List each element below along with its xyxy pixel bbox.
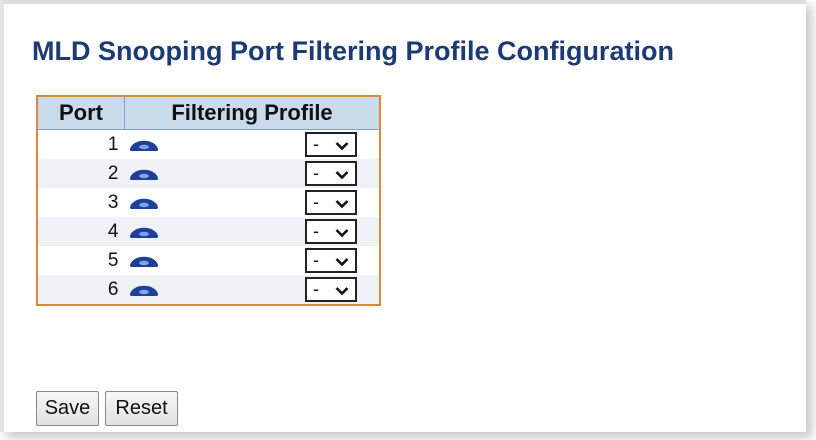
- profile-cell: -: [124, 188, 380, 217]
- table-row: 1 -: [37, 129, 380, 159]
- filtering-profile-table: Port Filtering Profile 1 - 2 - 3 - 4 - 5…: [36, 95, 381, 306]
- filtering-profile-select[interactable]: -: [305, 190, 357, 215]
- port-number: 3: [37, 188, 125, 217]
- table-row: 6 -: [37, 275, 380, 305]
- profile-cell: -: [124, 129, 380, 159]
- filtering-profile-select[interactable]: -: [305, 161, 357, 186]
- page-title: MLD Snooping Port Filtering Profile Conf…: [32, 36, 674, 66]
- eye-icon[interactable]: [129, 281, 159, 298]
- select-value: -: [313, 221, 319, 241]
- port-number: 6: [37, 275, 125, 305]
- profile-cell: -: [124, 159, 380, 188]
- eye-icon[interactable]: [129, 223, 159, 240]
- select-value: -: [313, 134, 319, 154]
- port-number: 2: [37, 159, 125, 188]
- table-row: 5 -: [37, 246, 380, 275]
- table-row: 4 -: [37, 217, 380, 246]
- chevron-down-icon: [335, 258, 349, 267]
- chevron-down-icon: [335, 200, 349, 209]
- profile-cell: -: [124, 217, 380, 246]
- reset-button[interactable]: Reset: [105, 391, 178, 426]
- select-value: -: [313, 279, 319, 299]
- eye-icon[interactable]: [129, 136, 159, 153]
- filtering-profile-select[interactable]: -: [305, 132, 357, 157]
- column-header-port: Port: [36, 95, 125, 130]
- chevron-down-icon: [335, 287, 349, 296]
- select-value: -: [313, 163, 319, 183]
- table-header-row: Port Filtering Profile: [36, 95, 381, 130]
- filtering-profile-select[interactable]: -: [305, 219, 357, 244]
- eye-icon[interactable]: [129, 165, 159, 182]
- table-row: 2 -: [37, 159, 380, 188]
- port-number: 1: [37, 129, 125, 159]
- chevron-down-icon: [335, 142, 349, 151]
- save-button[interactable]: Save: [36, 391, 99, 426]
- select-value: -: [313, 250, 319, 270]
- port-number: 4: [37, 217, 125, 246]
- port-number: 5: [37, 246, 125, 275]
- column-header-filtering-profile: Filtering Profile: [124, 95, 381, 130]
- chevron-down-icon: [335, 229, 349, 238]
- page-frame: MLD Snooping Port Filtering Profile Conf…: [0, 0, 806, 432]
- chevron-down-icon: [335, 171, 349, 180]
- filtering-profile-select[interactable]: -: [305, 277, 357, 302]
- table-row: 3 -: [37, 188, 380, 217]
- select-value: -: [313, 192, 319, 212]
- eye-icon[interactable]: [129, 252, 159, 269]
- eye-icon[interactable]: [129, 194, 159, 211]
- filtering-profile-select[interactable]: -: [305, 248, 357, 273]
- profile-cell: -: [124, 246, 380, 275]
- profile-cell: -: [124, 275, 380, 305]
